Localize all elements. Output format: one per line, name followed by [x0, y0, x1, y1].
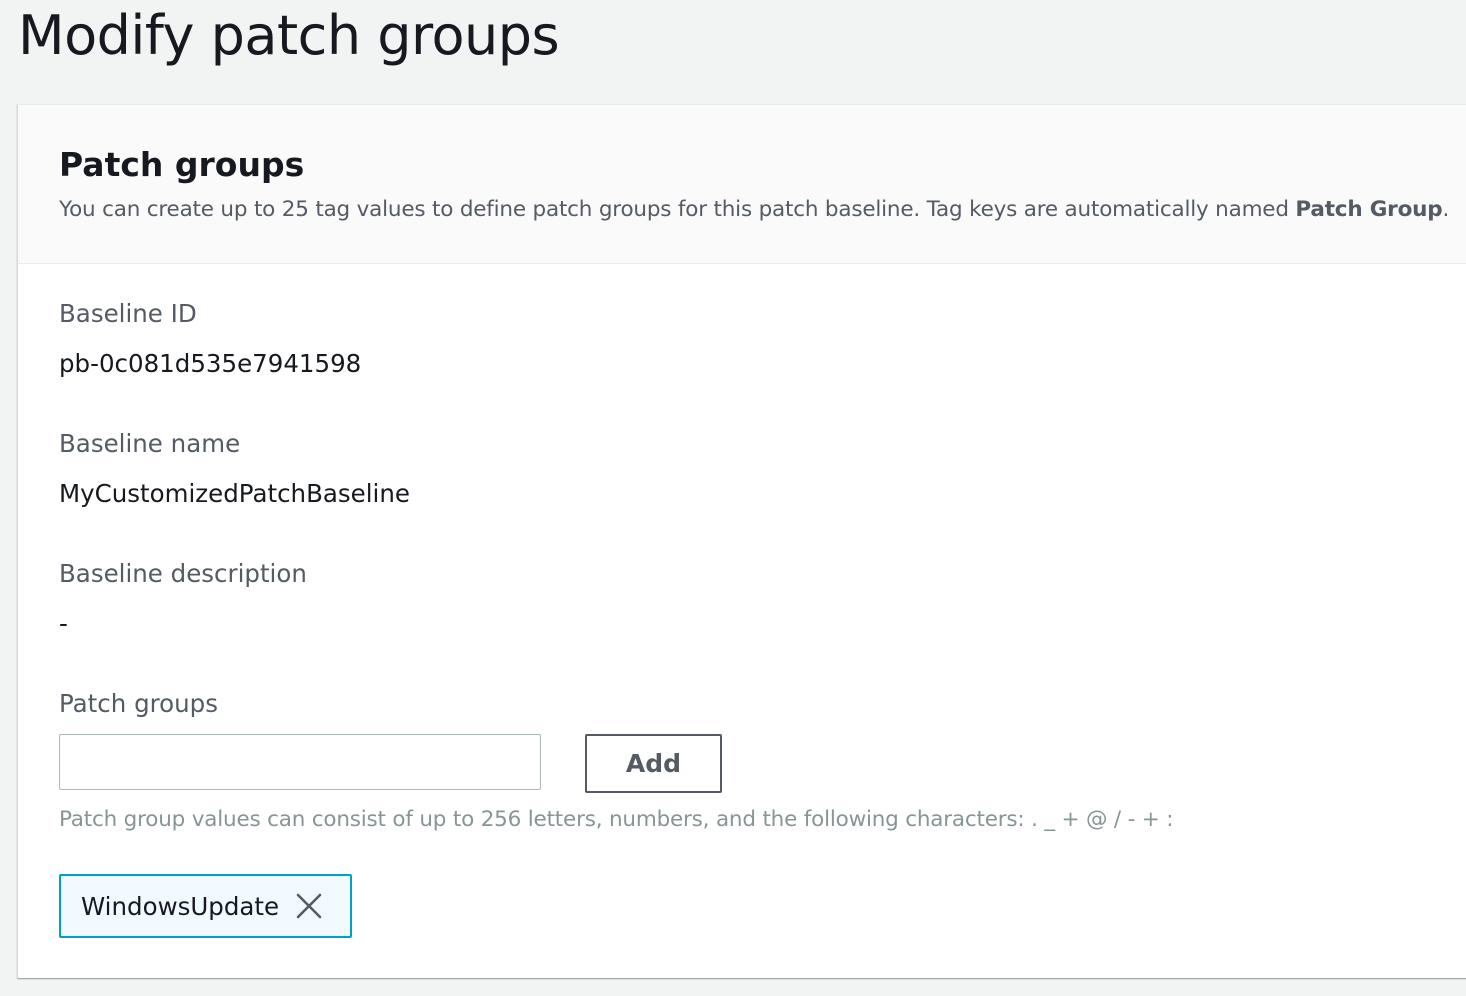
patch-group-input[interactable]: [59, 734, 541, 790]
baseline-description-value: -: [59, 609, 68, 638]
baseline-name-label: Baseline name: [59, 429, 241, 458]
patch-groups-container: Patch groups You can create up to 25 tag…: [17, 104, 1466, 978]
container-title: Patch groups: [59, 145, 305, 184]
patch-groups-label: Patch groups: [59, 689, 218, 718]
baseline-id-label: Baseline ID: [59, 299, 197, 328]
container-description: You can create up to 25 tag values to de…: [59, 197, 1449, 222]
token-label: WindowsUpdate: [81, 891, 280, 921]
baseline-name-value: MyCustomizedPatchBaseline: [59, 479, 410, 508]
baseline-description-label: Baseline description: [59, 559, 307, 588]
description-bold: Patch Group: [1295, 197, 1443, 222]
baseline-id-value: pb-0c081d535e7941598: [59, 349, 362, 378]
container-header: Patch groups You can create up to 25 tag…: [18, 105, 1466, 264]
add-button[interactable]: Add: [585, 734, 722, 793]
close-icon-glyph: [296, 893, 322, 919]
close-icon[interactable]: [293, 890, 325, 922]
patch-group-hint: Patch group values can consist of up to …: [59, 807, 1174, 832]
description-suffix: .: [1442, 197, 1450, 222]
page-title: Modify patch groups: [18, 4, 560, 67]
patch-group-token: WindowsUpdate: [59, 874, 352, 938]
description-text: You can create up to 25 tag values to de…: [59, 197, 1296, 222]
